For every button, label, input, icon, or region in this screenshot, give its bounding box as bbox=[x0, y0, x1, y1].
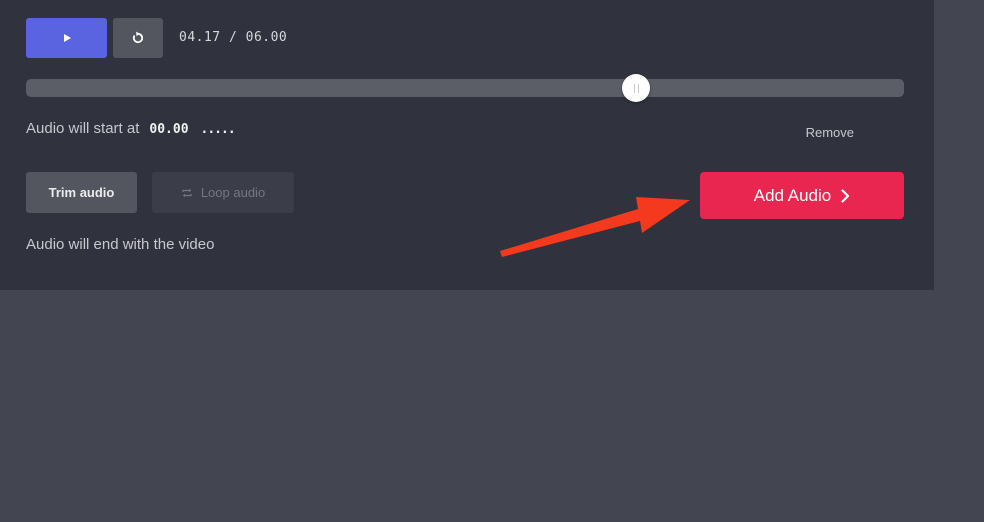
audio-panel: 04.17 / 06.00 Audio will start at 00.00 … bbox=[0, 0, 934, 290]
audio-start-time: 00.00 bbox=[149, 122, 189, 137]
audio-start-row: Audio will start at 00.00 ..... bbox=[26, 120, 236, 137]
grip-icon bbox=[633, 83, 639, 93]
play-icon bbox=[63, 34, 71, 42]
loop-icon bbox=[182, 188, 192, 197]
loop-audio-label: Loop audio bbox=[200, 185, 266, 200]
total-time: 06.00 bbox=[245, 30, 288, 45]
time-display: 04.17 / 06.00 bbox=[179, 30, 287, 45]
remove-audio-link[interactable]: Remove bbox=[806, 125, 854, 140]
page: 04.17 / 06.00 Audio will start at 00.00 … bbox=[0, 0, 984, 522]
trim-audio-button[interactable]: Trim audio bbox=[26, 172, 137, 213]
loop-audio-button[interactable]: Loop audio bbox=[152, 172, 294, 213]
current-time: 04.17 bbox=[179, 30, 221, 45]
add-audio-button[interactable]: Add Audio bbox=[700, 172, 904, 219]
replay-icon bbox=[132, 31, 144, 44]
add-audio-label: Add Audio bbox=[753, 185, 832, 205]
timeline-track[interactable] bbox=[26, 74, 904, 102]
play-button[interactable] bbox=[26, 18, 107, 58]
trim-audio-label: Trim audio bbox=[48, 185, 115, 200]
audio-start-placeholder: ..... bbox=[200, 122, 236, 137]
chevron-right-icon bbox=[841, 188, 850, 203]
time-separator: / bbox=[220, 30, 246, 45]
timeline-thumb[interactable] bbox=[622, 74, 651, 102]
audio-end-text: Audio will end with the video bbox=[26, 236, 215, 253]
audio-start-label: Audio will start at bbox=[26, 120, 140, 137]
replay-button[interactable] bbox=[113, 18, 163, 58]
